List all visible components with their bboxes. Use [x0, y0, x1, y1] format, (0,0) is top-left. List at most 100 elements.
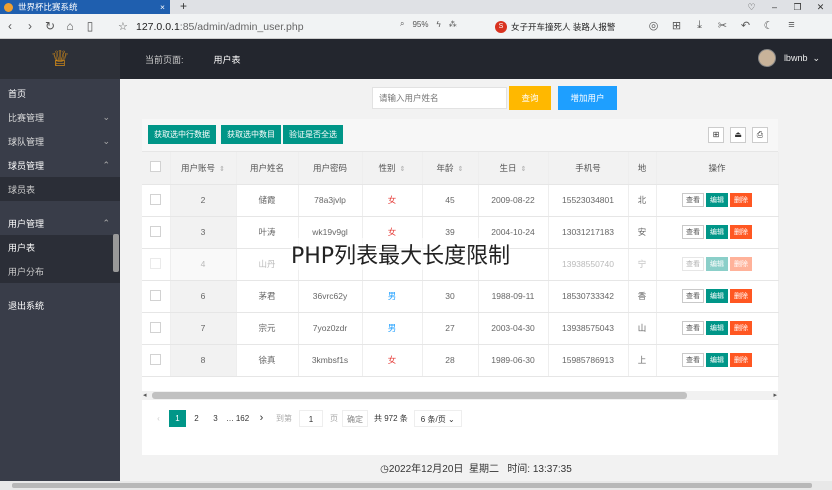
col-header-birthday[interactable]: 生日 ⇕: [478, 152, 549, 185]
scrollbar-thumb[interactable]: [152, 392, 687, 399]
footer-clock: ◷2022年12月20日 星期二 时间: 13:37:35: [120, 459, 832, 481]
next-page-button[interactable]: ›: [253, 410, 270, 427]
menu-icon[interactable]: ≡: [780, 19, 803, 32]
sort-icon[interactable]: ⇕: [521, 166, 527, 173]
sidebar-item-user-table[interactable]: 用户表: [0, 235, 120, 259]
edit-button[interactable]: 编辑: [706, 257, 728, 271]
edit-button[interactable]: 编辑: [706, 193, 728, 207]
edit-button[interactable]: 编辑: [706, 321, 728, 335]
print-icon[interactable]: ⎙: [752, 127, 768, 143]
maximize-button[interactable]: ❐: [786, 0, 809, 14]
undo-icon[interactable]: ↶: [734, 19, 757, 32]
sidebar-item-player-manage[interactable]: 球员管理 ⌃: [0, 153, 120, 177]
night-mode-icon[interactable]: ☾: [757, 19, 780, 32]
sidebar-item-team-manage[interactable]: 球队管理 ⌄: [0, 129, 120, 153]
lightning-icon[interactable]: ϟ: [437, 20, 441, 29]
row-checkbox[interactable]: [142, 216, 171, 249]
reload-icon[interactable]: ↻: [40, 19, 60, 33]
cell-phone: 13938575043: [548, 312, 629, 345]
zoom-level[interactable]: 95%: [412, 20, 428, 29]
zoom-search-icon[interactable]: ⌕: [400, 19, 404, 29]
goto-confirm-button[interactable]: 确定: [342, 409, 368, 427]
page-2-button[interactable]: 2: [188, 410, 205, 427]
search-suggestion-text[interactable]: 女子开车撞死人 装路人报警: [511, 21, 615, 33]
scroll-left-icon[interactable]: ◂: [143, 391, 147, 399]
extension-icon[interactable]: ◎: [642, 19, 665, 32]
get-selected-rows-button[interactable]: 获取选中行数据: [148, 125, 216, 144]
get-selected-count-button[interactable]: 获取选中数目: [221, 125, 281, 144]
row-checkbox[interactable]: [142, 280, 171, 313]
sidebar-item-user-distribution[interactable]: 用户分布: [0, 259, 120, 283]
new-tab-button[interactable]: +: [180, 0, 187, 13]
scroll-right-icon[interactable]: ▸: [773, 391, 777, 399]
row-checkbox[interactable]: [142, 312, 171, 345]
browser-tab[interactable]: 世界杯比赛系统 ×: [0, 0, 170, 14]
add-user-button[interactable]: 增加用户: [558, 86, 617, 110]
sort-icon[interactable]: ⇕: [400, 166, 406, 173]
sidebar-scrollbar[interactable]: [113, 234, 119, 272]
cell-birthday: 2003-04-30: [478, 312, 549, 345]
close-window-button[interactable]: ✕: [809, 0, 832, 14]
edit-button[interactable]: 编辑: [706, 353, 728, 367]
page-3-button[interactable]: 3: [207, 410, 224, 427]
columns-filter-icon[interactable]: ⊞: [708, 127, 724, 143]
view-button[interactable]: 查看: [682, 257, 704, 271]
select-all-checkbox[interactable]: [142, 152, 171, 185]
edit-button[interactable]: 编辑: [706, 225, 728, 239]
col-header-account[interactable]: 用户账号 ⇕: [170, 152, 237, 185]
minimize-button[interactable]: –: [763, 0, 786, 14]
scrollbar-thumb[interactable]: [12, 483, 812, 488]
cell-name: 山丹: [236, 248, 299, 281]
url-text[interactable]: 127.0.0.1:85/admin/admin_user.php: [136, 21, 304, 33]
view-button[interactable]: 查看: [682, 193, 704, 207]
sort-icon[interactable]: ⇕: [458, 166, 464, 173]
prev-page-button[interactable]: ‹: [150, 410, 167, 427]
delete-button[interactable]: 删除: [730, 353, 752, 367]
view-button[interactable]: 查看: [682, 225, 704, 239]
delete-button[interactable]: 删除: [730, 289, 752, 303]
page-size-select[interactable]: 6 条/页 ⌄: [413, 409, 462, 427]
apps-grid-icon[interactable]: ⊞: [665, 19, 688, 32]
delete-button[interactable]: 删除: [730, 257, 752, 271]
favorite-window-icon[interactable]: ♡: [740, 0, 763, 14]
col-header-age[interactable]: 年龄 ⇕: [422, 152, 479, 185]
sidebar-item-home[interactable]: 首页: [0, 81, 120, 105]
sidebar-item-logout[interactable]: 退出系统: [0, 293, 120, 317]
delete-button[interactable]: 删除: [730, 225, 752, 239]
row-checkbox[interactable]: [142, 184, 171, 217]
page-1-button[interactable]: 1: [169, 409, 186, 427]
user-menu[interactable]: lbwnb ⌄: [757, 49, 820, 67]
sidebar-item-match-manage[interactable]: 比赛管理 ⌄: [0, 105, 120, 129]
sidebar-item-player-table[interactable]: 球员表: [0, 177, 120, 201]
col-header-gender[interactable]: 性别 ⇕: [362, 152, 423, 185]
bookmark-star-icon[interactable]: ☆: [118, 20, 132, 33]
tab-close-icon[interactable]: ×: [160, 2, 165, 12]
home-icon[interactable]: ⌂: [60, 19, 80, 33]
query-button[interactable]: 查询: [509, 86, 551, 110]
export-icon[interactable]: ⏏: [730, 127, 746, 143]
sidebar-item-user-manage[interactable]: 用户管理 ⌃: [0, 211, 120, 235]
back-arrow-icon[interactable]: ‹: [0, 19, 20, 33]
row-checkbox[interactable]: [142, 344, 171, 377]
forward-arrow-icon[interactable]: ›: [20, 19, 40, 33]
search-input[interactable]: [372, 87, 507, 109]
reading-mode-icon[interactable]: ▯: [80, 19, 100, 33]
page-horizontal-scrollbar[interactable]: [0, 481, 832, 490]
scissors-icon[interactable]: ✂: [711, 19, 734, 32]
browser-search-box[interactable]: S 女子开车撞死人 装路人报警: [495, 18, 635, 35]
delete-button[interactable]: 删除: [730, 321, 752, 335]
last-page-button[interactable]: 162: [234, 410, 251, 427]
delete-button[interactable]: 删除: [730, 193, 752, 207]
grid-icon[interactable]: ⁂: [449, 20, 457, 29]
sort-icon[interactable]: ⇕: [219, 166, 225, 173]
edit-button[interactable]: 编辑: [706, 289, 728, 303]
view-button[interactable]: 查看: [682, 289, 704, 303]
check-all-button[interactable]: 验证是否全选: [283, 125, 343, 144]
row-checkbox[interactable]: [142, 248, 171, 281]
download-icon[interactable]: ⤓: [688, 19, 711, 32]
view-button[interactable]: 查看: [682, 353, 704, 367]
chevron-down-icon: ⌄: [102, 135, 110, 146]
view-button[interactable]: 查看: [682, 321, 704, 335]
table-horizontal-scrollbar[interactable]: ◂ ▸: [142, 391, 778, 400]
goto-page-input[interactable]: 1: [299, 409, 323, 427]
